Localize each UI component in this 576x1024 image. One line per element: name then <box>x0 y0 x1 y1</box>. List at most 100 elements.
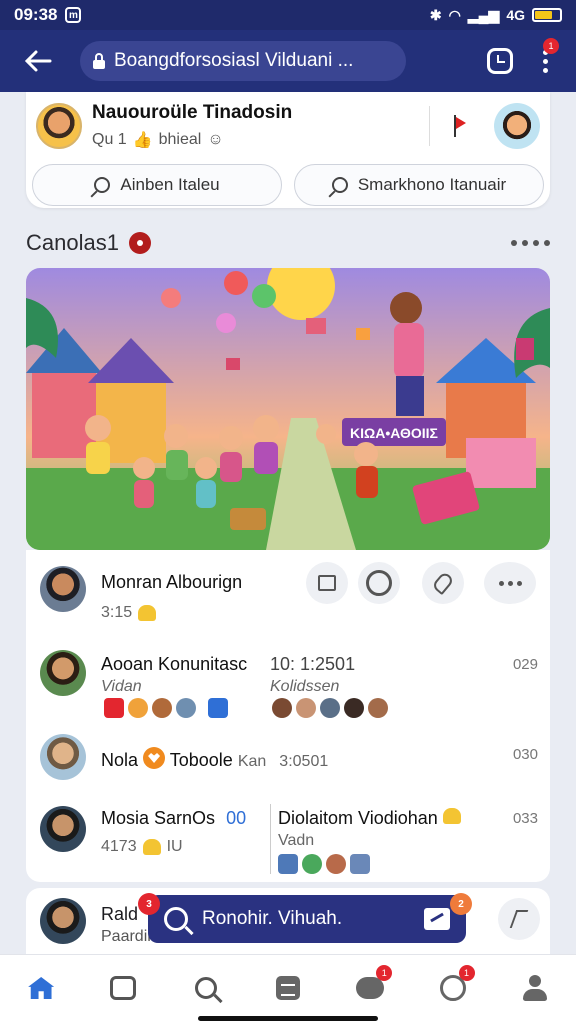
pill-label: Smarkhono Itanuair <box>357 175 507 194</box>
snackbar[interactable]: Ronohir. Vihuah. <box>148 895 466 943</box>
feed-row[interactable]: Aooan Konunitasc 10: 1:2501 029 Vidan Ko… <box>26 638 550 722</box>
divider <box>429 106 430 146</box>
feed-row[interactable]: Nola Toboole Kan 3:0501 030 <box>26 726 550 792</box>
profile-meta-2: bhieal <box>158 131 202 148</box>
avatar[interactable] <box>40 566 86 612</box>
signal-icon: ▂▄▆ <box>467 6 500 23</box>
more-button[interactable] <box>484 562 536 604</box>
section-header: Canolas1 <box>26 226 550 260</box>
chip-icon <box>208 698 228 718</box>
notification-badge: 1 <box>543 37 559 54</box>
nav-search[interactable] <box>186 971 226 1005</box>
bell-icon <box>138 605 157 621</box>
feed-sub: Vidan <box>101 678 142 695</box>
pin-icon <box>431 570 455 596</box>
status-bar: 09:38 m ✱ ◠ ▂▄▆ 4G <box>0 0 576 30</box>
feed-tail: Kan <box>237 753 267 770</box>
profile-meta: Qu 1 <box>92 131 127 148</box>
chip-icon <box>104 698 124 718</box>
thumbs-up-icon: 👍 <box>132 132 153 149</box>
search-icon <box>331 177 348 193</box>
chip-icon <box>296 698 316 718</box>
nav-badge: 1 <box>376 965 393 981</box>
nav-chat[interactable]: 1 <box>350 965 393 1005</box>
chip-icon <box>350 854 370 874</box>
nav-profile[interactable] <box>515 971 555 1005</box>
comment-button[interactable] <box>358 562 400 604</box>
status-time: 09:38 <box>14 5 58 24</box>
avatar[interactable] <box>494 103 540 149</box>
network-label: 4G <box>506 7 525 23</box>
banner-illustration: ΚΙΩΑ•ΑΘΟΙΙΣ <box>26 268 550 550</box>
feed-sub-tail: IU <box>166 838 183 855</box>
feed-mark: 00 <box>226 808 247 828</box>
reaction-chips <box>272 698 388 718</box>
feed-name: Aooan Konunitasc <box>101 654 248 674</box>
overflow-menu-button[interactable]: 1 <box>543 37 559 73</box>
wifi-icon: ◠ <box>448 6 461 23</box>
person-icon <box>522 975 548 1001</box>
ring-icon <box>366 570 392 596</box>
address-text: Boangdforsosiasl Vilduani ... <box>114 50 354 71</box>
chip-icon <box>302 854 322 874</box>
feed-right-sub: Vadn <box>278 832 315 849</box>
battery-icon <box>532 8 562 22</box>
divider <box>270 804 271 874</box>
app-bar: Boangdforsosiasl Vilduani ... 1 <box>0 30 576 92</box>
chat-icon <box>110 976 137 1000</box>
chip-icon <box>272 698 292 718</box>
audio-button[interactable] <box>498 898 540 940</box>
feed-right-name: Diolaitom Viodiohan <box>278 808 438 828</box>
feed-row[interactable]: Monran Albourign 3:15 <box>26 550 550 634</box>
feed-count: 033 <box>512 810 538 827</box>
hero-banner-image[interactable]: ΚΙΩΑ•ΑΘΟΙΙΣ <box>26 268 550 550</box>
search-icon <box>164 907 188 931</box>
heart-icon <box>143 747 166 769</box>
lock-icon <box>93 53 105 69</box>
smile-icon: ☺ <box>207 131 224 148</box>
feed-row[interactable]: Mosia SarnOs 00 Diolaitom Viodiohan 033 … <box>26 796 550 882</box>
feed-sub: Paardir <box>101 928 153 945</box>
list-icon <box>275 976 300 1000</box>
feed-time: 3:15 <box>101 604 133 621</box>
avatar[interactable] <box>40 898 86 944</box>
back-button[interactable] <box>18 41 58 81</box>
avatar[interactable] <box>40 650 86 696</box>
avatar[interactable] <box>40 806 86 852</box>
search-icon <box>194 977 217 999</box>
chip-icon <box>368 698 388 718</box>
section-title: Canolas1 <box>26 230 119 255</box>
chip-icon <box>176 698 196 718</box>
search-pill-left[interactable]: Ainben Italeu <box>32 164 282 206</box>
pin-button[interactable] <box>422 562 464 604</box>
feed-name-2: Toboole <box>169 750 233 770</box>
edit-icon[interactable] <box>424 908 450 930</box>
nav-badge: 1 <box>458 965 475 981</box>
bottom-nav: 1 1 <box>0 954 576 1024</box>
more-horizontal-icon[interactable] <box>511 240 550 246</box>
chip-icon <box>344 698 364 718</box>
more-horizontal-icon <box>498 580 522 586</box>
status-app-icon: m <box>65 7 82 23</box>
save-button[interactable] <box>306 562 348 604</box>
tabs-button[interactable] <box>487 48 513 74</box>
avatar[interactable] <box>40 734 86 780</box>
profile-name: Nauouroüle Tinadosin <box>92 102 293 123</box>
nav-home[interactable] <box>21 971 61 1005</box>
flag-icon[interactable] <box>454 115 470 137</box>
clock-icon <box>497 55 505 63</box>
snackbar-text: Ronohir. Vihuah. <box>202 908 343 929</box>
svg-text:ΚΙΩΑ•ΑΘΟΙΙΣ: ΚΙΩΑ•ΑΘΟΙΙΣ <box>350 425 438 441</box>
nav-messages[interactable] <box>103 971 143 1005</box>
arrow-left-icon <box>24 50 52 72</box>
bluetooth-icon: ✱ <box>429 6 442 23</box>
chip-icon <box>152 698 172 718</box>
search-pill-right[interactable]: Smarkhono Itanuair <box>294 164 544 206</box>
bell-icon <box>142 839 161 855</box>
address-bar[interactable]: Boangdforsosiasl Vilduani ... <box>80 41 406 81</box>
feed-sub: 4173 <box>101 838 137 855</box>
feed-time: 10: 1:2501 <box>270 654 356 674</box>
nav-explore[interactable]: 1 <box>433 965 475 1005</box>
nav-list[interactable] <box>268 971 308 1005</box>
avatar[interactable] <box>36 103 82 149</box>
